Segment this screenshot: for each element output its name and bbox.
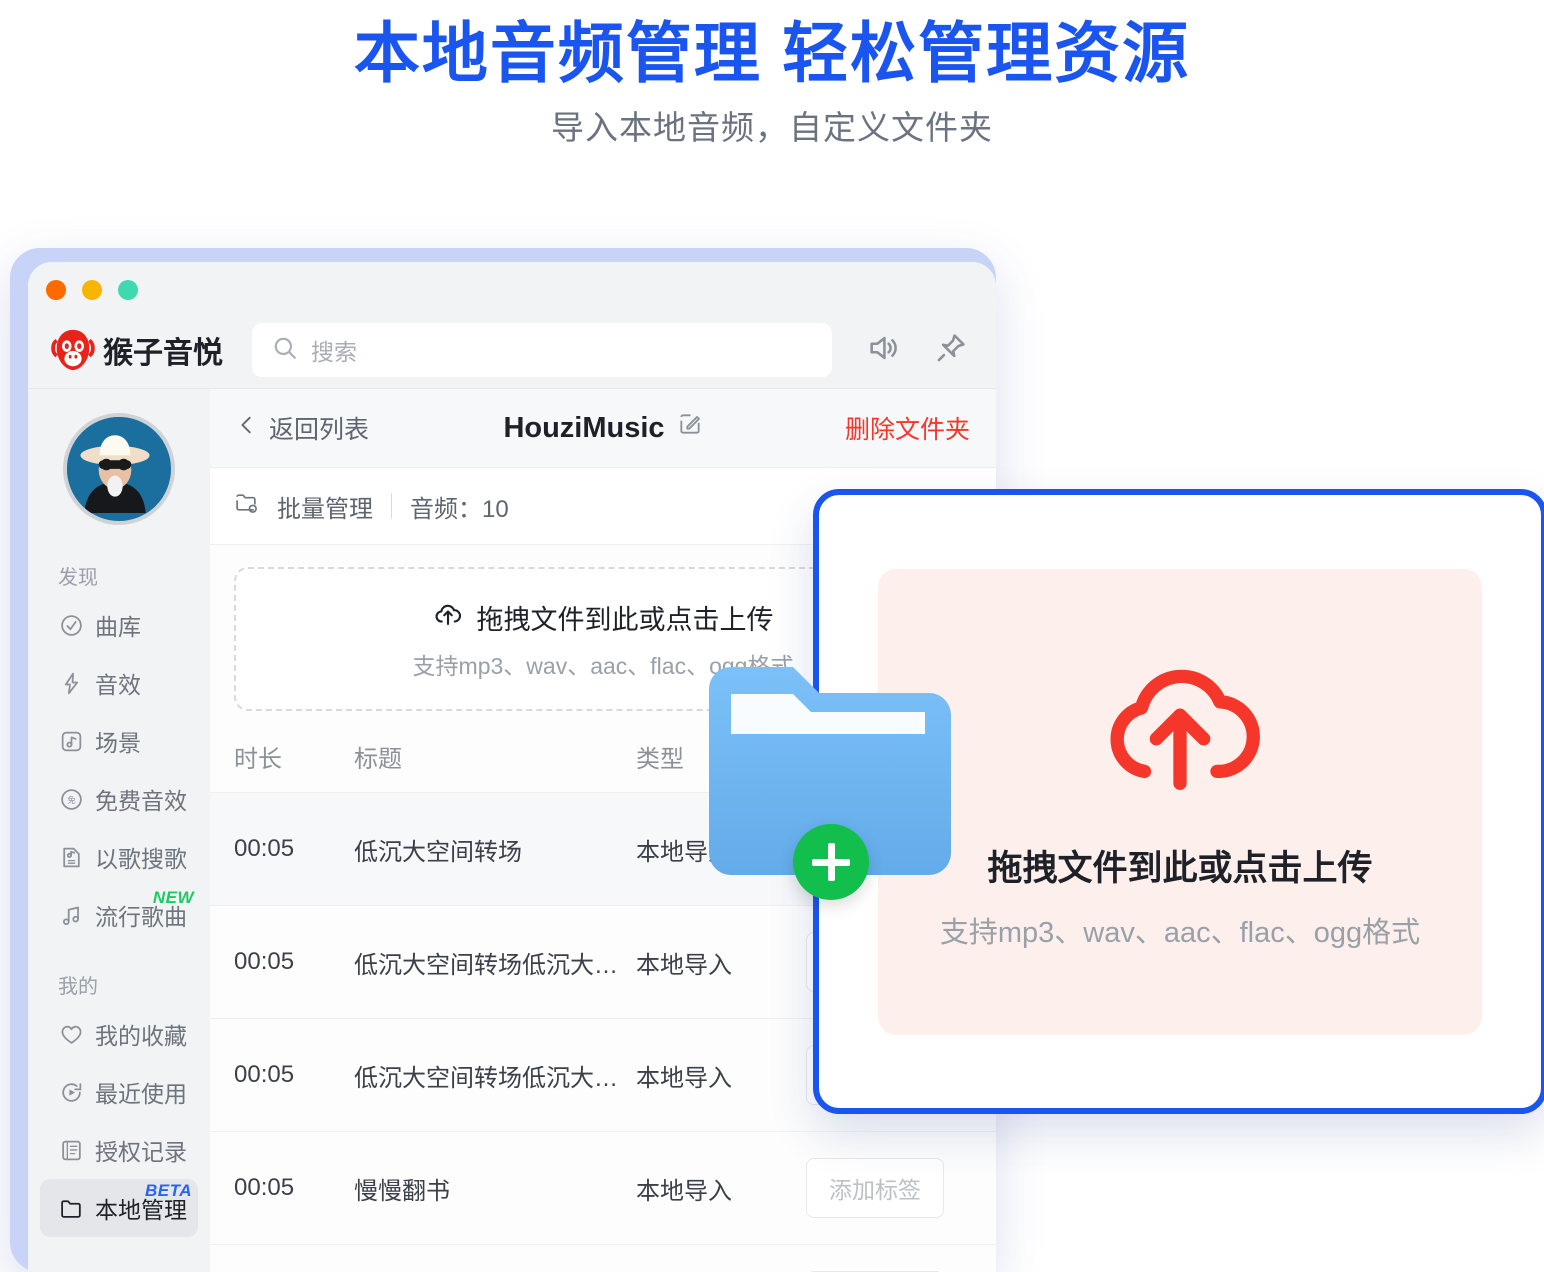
- cell-tag: 添加标签: [806, 1131, 996, 1245]
- sidebar-item-label: 场景: [95, 730, 141, 756]
- cell-title: 低沉大空间转场低沉大空…: [354, 1244, 636, 1272]
- app-logo-text: 猴子音悦: [103, 337, 223, 370]
- sidebar-item-label: 我的收藏: [95, 1023, 187, 1049]
- cloud-upload-icon: [433, 599, 463, 636]
- back-label: 返回列表: [269, 416, 370, 444]
- cell-type: 本地导入: [636, 1244, 806, 1272]
- dropzone-title-row: 拖拽文件到此或点击上传: [433, 598, 774, 637]
- upload-popup-panel[interactable]: 拖拽文件到此或点击上传 支持mp3、wav、aac、flac、ogg格式: [878, 568, 1482, 1035]
- sidebar-item-favorites[interactable]: 我的收藏: [40, 1005, 198, 1063]
- sidebar-item-local-management[interactable]: 本地管理 BETA: [40, 1179, 198, 1237]
- hero-section: 本地音频管理 轻松管理资源 导入本地音频，自定义文件夹: [0, 0, 1544, 148]
- topbar-icons: [866, 331, 968, 370]
- sidebar-item-label: 以歌搜歌: [95, 846, 187, 872]
- sidebar: 发现 曲库 音效 场景 免 免费音效 以歌搜歌 流行歌曲 NEW 我的 我的收藏…: [28, 389, 210, 1272]
- delete-folder-button[interactable]: 删除文件夹: [845, 410, 970, 446]
- sidebar-item-label: 曲库: [95, 614, 141, 640]
- music-square-icon: [58, 728, 84, 754]
- cell-duration: 00:05: [210, 1131, 354, 1245]
- sidebar-item-recent[interactable]: 最近使用: [40, 1063, 198, 1121]
- sidebar-group-label-mine: 我的: [58, 976, 98, 998]
- status-badge-new: NEW: [152, 888, 194, 907]
- cell-tag: 添加标签: [806, 1244, 996, 1272]
- bolt-icon: [58, 670, 84, 696]
- chevron-left-icon: [236, 414, 258, 443]
- pin-icon[interactable]: [934, 331, 968, 370]
- folder-header: 返回列表 HouziMusic 删除文件夹: [210, 389, 996, 468]
- app-logo[interactable]: 猴子音悦: [50, 327, 240, 373]
- history-icon: [58, 1079, 84, 1105]
- sidebar-item-free-effects[interactable]: 免 免费音效: [40, 770, 198, 828]
- cell-title: 低沉大空间转场低沉大空…: [354, 905, 636, 1019]
- sidebar-item-license[interactable]: 授权记录: [40, 1121, 198, 1179]
- cell-title: 低沉大空间转场: [354, 792, 636, 906]
- page-subtitle: 导入本地音频，自定义文件夹: [551, 109, 993, 146]
- cell-title: 慢慢翻书: [354, 1131, 636, 1245]
- back-to-list-button[interactable]: 返回列表: [236, 410, 369, 446]
- cell-duration: 00:05: [210, 905, 354, 1019]
- window-titlebar: [28, 262, 996, 312]
- monkey-headphones-icon: [50, 327, 96, 373]
- column-header-duration[interactable]: 时长: [210, 723, 354, 793]
- search-placeholder: 搜索: [311, 339, 357, 365]
- close-button[interactable]: [46, 280, 66, 300]
- column-header-title[interactable]: 标题: [354, 723, 636, 793]
- search-input[interactable]: 搜索: [252, 323, 832, 377]
- free-circle-icon: 免: [58, 786, 84, 812]
- minimize-button[interactable]: [82, 280, 102, 300]
- page-title: 本地音频管理 轻松管理资源: [353, 16, 1191, 90]
- cloud-upload-icon: [1091, 653, 1269, 806]
- sidebar-item-library[interactable]: 曲库: [40, 596, 198, 654]
- heart-icon: [58, 1021, 84, 1047]
- sidebar-item-label: 最近使用: [95, 1081, 187, 1107]
- folder-icon: [58, 1195, 84, 1221]
- toolbar-divider: [391, 493, 392, 519]
- license-icon: [58, 1137, 84, 1163]
- edit-icon[interactable]: [677, 411, 703, 445]
- dropzone-title: 拖拽文件到此或点击上传: [476, 604, 774, 635]
- audio-count-label: 音频：10: [410, 495, 509, 523]
- sidebar-item-label: 音效: [95, 672, 141, 698]
- cell-type: 本地导入: [636, 1018, 806, 1132]
- avatar[interactable]: [63, 413, 175, 525]
- plus-icon[interactable]: [793, 824, 869, 900]
- upload-popup-title: 拖拽文件到此或点击上传: [987, 848, 1373, 888]
- sidebar-group-label-discover: 发现: [58, 567, 98, 589]
- disc-icon: [58, 612, 84, 638]
- song-search-icon: [58, 844, 84, 870]
- sidebar-item-song-search[interactable]: 以歌搜歌: [40, 828, 198, 886]
- upload-popup-subtitle: 支持mp3、wav、aac、flac、ogg格式: [939, 916, 1421, 949]
- svg-text:免: 免: [67, 795, 75, 805]
- cell-title: 低沉大空间转场低沉大空…: [354, 1018, 636, 1132]
- avatar-wrapper: [28, 413, 210, 525]
- table-row[interactable]: 00:05 慢慢翻书 本地导入 添加标签: [210, 1131, 996, 1245]
- sidebar-item-sound-effects[interactable]: 音效: [40, 654, 198, 712]
- sidebar-item-scene[interactable]: 场景: [40, 712, 198, 770]
- add-tag-button[interactable]: 添加标签: [806, 1158, 944, 1218]
- sidebar-item-label: 免费音效: [95, 788, 187, 814]
- status-badge-beta: BETA: [144, 1181, 192, 1200]
- cell-type: 本地导入: [636, 1131, 806, 1245]
- batch-folder-icon[interactable]: [234, 490, 259, 522]
- cell-type: 本地导入: [636, 905, 806, 1019]
- sidebar-item-label: 授权记录: [95, 1139, 187, 1165]
- sidebar-item-pop-songs[interactable]: 流行歌曲 NEW: [40, 886, 198, 944]
- search-icon: [272, 335, 298, 366]
- folder-title: HouziMusic: [503, 411, 665, 444]
- traffic-lights: [46, 280, 138, 300]
- cell-duration: 00:05: [210, 792, 354, 906]
- cell-duration: 00:05: [210, 1018, 354, 1132]
- maximize-button[interactable]: [118, 280, 138, 300]
- volume-icon[interactable]: [866, 331, 900, 370]
- cell-duration: 00:05: [210, 1244, 354, 1272]
- table-row[interactable]: 00:05 低沉大空间转场低沉大空… 本地导入 添加标签: [210, 1244, 996, 1272]
- music-note-icon: [58, 902, 84, 928]
- batch-manage-button[interactable]: 批量管理: [277, 489, 373, 524]
- app-topbar: 猴子音悦 搜索: [28, 312, 996, 389]
